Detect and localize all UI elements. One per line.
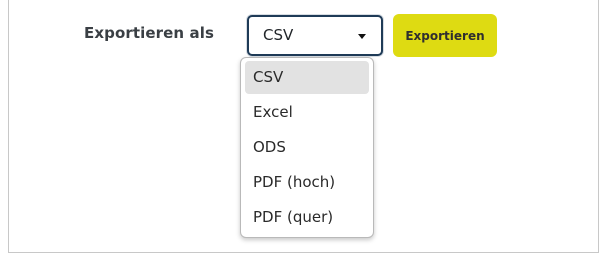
export-format-select-value: CSV — [263, 26, 294, 44]
dropdown-option-ods[interactable]: ODS — [245, 131, 369, 164]
dropdown-option-excel[interactable]: Excel — [245, 96, 369, 129]
export-format-select[interactable]: CSV — [247, 15, 383, 56]
dropdown-option-csv[interactable]: CSV — [245, 61, 369, 94]
dropdown-option-pdf-landscape[interactable]: PDF (quer) — [245, 201, 369, 234]
export-format-dropdown: CSV Excel ODS PDF (hoch) PDF (quer) — [240, 57, 374, 238]
caret-down-icon — [358, 34, 366, 39]
export-as-label: Exportieren als — [84, 24, 215, 42]
export-button[interactable]: Exportieren — [393, 14, 497, 57]
dropdown-option-pdf-portrait[interactable]: PDF (hoch) — [245, 166, 369, 199]
